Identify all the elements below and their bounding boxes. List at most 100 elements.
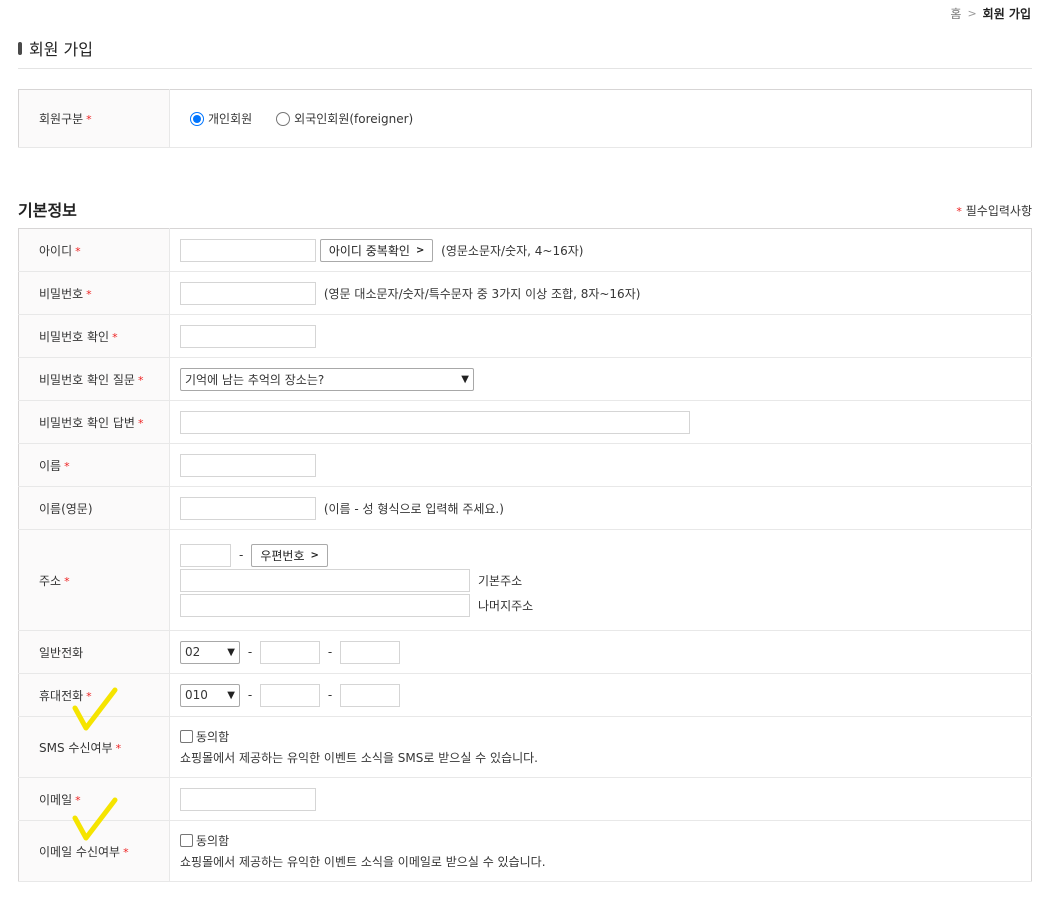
phone-label: 일반전화 — [39, 645, 84, 660]
id-label: 아이디 — [39, 243, 73, 258]
row-id: 아이디 * 아이디 중복확인 > (영문소문자/숫자, 4~16자) — [18, 228, 1032, 272]
password-question-select[interactable]: 기억에 남는 추억의 장소는? ▼ — [180, 367, 474, 391]
mobile-prefix-select[interactable]: 010 ▼ — [180, 683, 240, 707]
sms-desc: 쇼핑몰에서 제공하는 유익한 이벤트 소식을 SMS로 받으실 수 있습니다. — [180, 751, 539, 765]
title-bar-icon — [18, 41, 22, 55]
password-answer-cell — [169, 400, 1032, 444]
row-name: 이름 * — [18, 443, 1032, 487]
row-address: 주소 * - 우편번호 > 기본주소 나머지주소 — [18, 529, 1032, 631]
dash: - — [247, 645, 253, 659]
member-type-row: 회원구분 * 개인회원 외국인회원(foreigner) — [18, 89, 1032, 148]
name-en-hint: (이름 - 성 형식으로 입력해 주세요.) — [323, 501, 504, 516]
member-type-label: 회원구분 — [39, 112, 84, 126]
sms-agree-checkbox[interactable] — [180, 730, 193, 743]
mobile-middle-input[interactable] — [260, 683, 320, 707]
zipcode-input[interactable] — [180, 543, 231, 567]
required-mark: * — [956, 205, 962, 218]
sms-agree-label[interactable]: 동의함 — [196, 728, 229, 745]
phone-last-input[interactable] — [340, 640, 400, 664]
required-mark: * — [86, 689, 92, 703]
radio-option-personal[interactable]: 개인회원 — [190, 110, 252, 127]
required-mark: * — [112, 330, 118, 344]
row-name-en: 이름(영문) (이름 - 성 형식으로 입력해 주세요.) — [18, 486, 1032, 530]
chevron-down-icon: ▼ — [461, 373, 469, 385]
name-cell — [169, 443, 1032, 487]
required-mark: * — [115, 741, 122, 755]
id-cell: 아이디 중복확인 > (영문소문자/숫자, 4~16자) — [169, 228, 1032, 272]
name-input[interactable] — [180, 453, 316, 477]
dash: - — [247, 688, 253, 702]
row-email-receive: 이메일 수신여부 * 동의함 쇼핑몰에서 제공하는 유익한 이벤트 소식을 이메일… — [18, 820, 1032, 882]
required-mark: * — [64, 459, 70, 473]
mobile-label-cell: 휴대전화 * — [18, 673, 170, 717]
email-label-cell: 이메일 * — [18, 777, 170, 821]
radio-foreigner-label[interactable]: 외국인회원(foreigner) — [294, 110, 413, 127]
password-answer-label-cell: 비밀번호 확인 답변 * — [18, 400, 170, 444]
email-input[interactable] — [180, 787, 316, 811]
breadcrumb-current: 회원 가입 — [982, 7, 1031, 21]
mobile-prefix-value: 010 — [185, 688, 208, 702]
email-receive-label: 이메일 수신여부 — [39, 844, 121, 859]
required-mark: * — [75, 793, 81, 807]
name-en-label-cell: 이름(영문) — [18, 486, 170, 530]
email-cell — [169, 777, 1032, 821]
address-cell: - 우편번호 > 기본주소 나머지주소 — [169, 529, 1032, 631]
email-receive-desc: 쇼핑몰에서 제공하는 유익한 이벤트 소식을 이메일로 받으실 수 있습니다. — [180, 855, 546, 869]
password-confirm-input[interactable] — [180, 324, 316, 348]
email-agree-row[interactable]: 동의함 — [180, 832, 1031, 849]
section-title: 기본정보 — [18, 201, 77, 220]
id-check-button[interactable]: 아이디 중복확인 > — [319, 238, 434, 262]
name-en-cell: (이름 - 성 형식으로 입력해 주세요.) — [169, 486, 1032, 530]
name-en-input[interactable] — [180, 496, 316, 520]
email-agree-label[interactable]: 동의함 — [196, 832, 229, 849]
sms-agree-row[interactable]: 동의함 — [180, 728, 1031, 745]
row-password-question: 비밀번호 확인 질문 * 기억에 남는 추억의 장소는? ▼ — [18, 357, 1032, 401]
member-type-cell: 개인회원 외국인회원(foreigner) — [169, 89, 1032, 148]
radio-personal[interactable] — [190, 111, 204, 126]
row-sms: SMS 수신여부 * 동의함 쇼핑몰에서 제공하는 유익한 이벤트 소식을 SMS… — [18, 716, 1032, 778]
password-confirm-cell — [169, 314, 1032, 358]
chevron-right-icon: > — [967, 7, 977, 20]
address-basic-line: 기본주소 — [180, 568, 1031, 592]
required-mark: * — [75, 244, 81, 258]
address-detail-input[interactable] — [180, 593, 470, 617]
name-label-cell: 이름 * — [18, 443, 170, 487]
password-label-cell: 비밀번호 * — [18, 271, 170, 315]
id-hint: (영문소문자/숫자, 4~16자) — [441, 243, 584, 258]
radio-personal-label[interactable]: 개인회원 — [208, 110, 252, 127]
password-hint: (영문 대소문자/숫자/특수문자 중 3가지 이상 조합, 8자~16자) — [323, 286, 641, 301]
row-password-confirm: 비밀번호 확인 * — [18, 314, 1032, 358]
radio-foreigner[interactable] — [276, 111, 291, 126]
dash: - — [327, 645, 333, 659]
phone-area-select[interactable]: 02 ▼ — [180, 640, 240, 664]
address-basic-input[interactable] — [180, 568, 470, 592]
email-agree-checkbox[interactable] — [180, 834, 193, 847]
password-input[interactable] — [180, 281, 316, 305]
id-input[interactable] — [180, 238, 316, 262]
phone-label-cell: 일반전화 — [18, 630, 170, 674]
sms-label-cell: SMS 수신여부 * — [18, 716, 170, 778]
basic-info-table: 아이디 * 아이디 중복확인 > (영문소문자/숫자, 4~16자) 비밀번호 * (… — [18, 228, 1032, 882]
password-confirm-label: 비밀번호 확인 — [39, 329, 110, 344]
chevron-down-icon: ▼ — [227, 689, 235, 701]
mobile-last-input[interactable] — [340, 683, 400, 707]
password-question-label: 비밀번호 확인 질문 — [39, 372, 135, 387]
radio-option-foreigner[interactable]: 외국인회원(foreigner) — [276, 110, 413, 127]
zipcode-button[interactable]: 우편번호 > — [251, 543, 328, 567]
member-type-label-cell: 회원구분 * — [18, 89, 170, 148]
title-divider — [18, 68, 1032, 69]
page-title: 회원 가입 — [18, 36, 93, 60]
phone-middle-input[interactable] — [260, 640, 320, 664]
address-label-cell: 주소 * — [18, 529, 170, 631]
password-answer-label: 비밀번호 확인 답변 — [39, 415, 135, 430]
breadcrumb-home[interactable]: 홈 — [950, 5, 961, 22]
dash: - — [239, 548, 244, 562]
id-label-cell: 아이디 * — [18, 228, 170, 272]
password-answer-input[interactable] — [180, 410, 690, 434]
password-question-label-cell: 비밀번호 확인 질문 * — [18, 357, 170, 401]
password-cell: (영문 대소문자/숫자/특수문자 중 3가지 이상 조합, 8자~16자) — [169, 271, 1032, 315]
sms-cell: 동의함 쇼핑몰에서 제공하는 유익한 이벤트 소식을 SMS로 받으실 수 있습… — [169, 716, 1032, 778]
id-check-button-label: 아이디 중복확인 — [328, 243, 410, 258]
row-phone: 일반전화 02 ▼ - - — [18, 630, 1032, 674]
member-type-radio-group: 개인회원 외국인회원(foreigner) — [180, 110, 1031, 127]
